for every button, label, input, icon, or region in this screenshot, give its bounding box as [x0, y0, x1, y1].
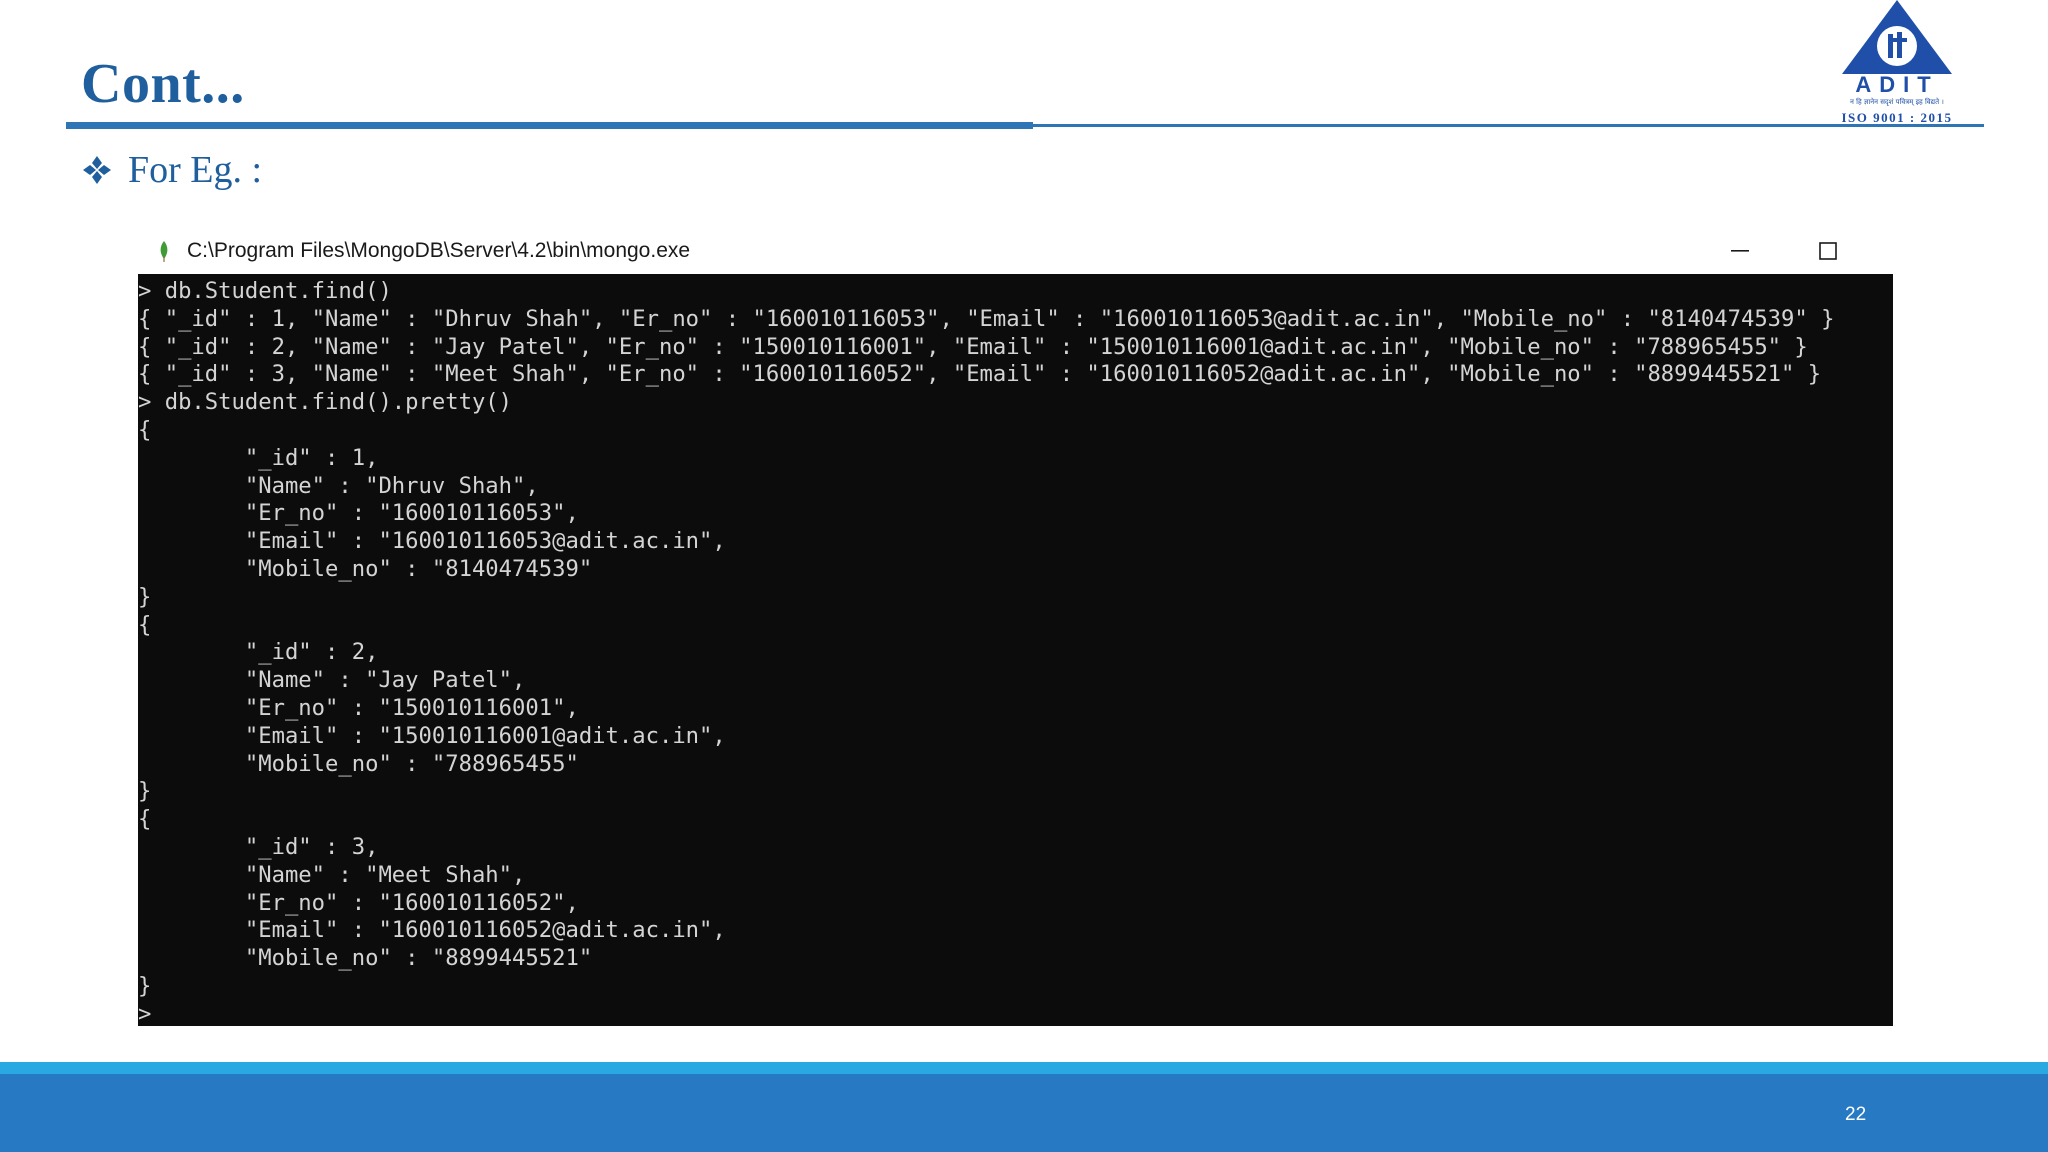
- console-line: }: [138, 778, 152, 805]
- adit-logo: ADIT न हि ज्ञानेन सदृशं पवित्रम् इह विद्…: [1842, 0, 1953, 125]
- console-line: > db.Student.find().pretty(): [138, 389, 513, 416]
- maximize-button[interactable]: [1798, 228, 1858, 274]
- console-line: "Er_no" : "160010116052",: [138, 889, 579, 916]
- console-line: }: [138, 583, 152, 610]
- console-line: "Email" : "160010116052@adit.ac.in",: [138, 917, 726, 944]
- console-line: "Er_no" : "150010116001",: [138, 694, 579, 721]
- window-title: C:\Program Files\MongoDB\Server\4.2\bin\…: [187, 239, 691, 262]
- logo-iso: ISO 9001 : 2015: [1842, 110, 1953, 125]
- mongodb-leaf-icon: [160, 241, 168, 262]
- console-line: "Email" : "160010116053@adit.ac.in",: [138, 528, 726, 555]
- console-text: > db.Student.find(){ "_id" : 1, "Name" :…: [138, 274, 1893, 1026]
- console-line: "_id" : 2,: [138, 639, 379, 666]
- title-underline-thick: [66, 122, 1033, 129]
- console-output[interactable]: > db.Student.find(){ "_id" : 1, "Name" :…: [138, 274, 1893, 1026]
- bullet-text: For Eg. :: [128, 149, 263, 191]
- console-line: "_id" : 3,: [138, 833, 379, 860]
- console-line: }: [138, 972, 152, 999]
- logo-brand: ADIT: [1855, 72, 1938, 97]
- console-line: > db.Student.find(): [138, 278, 392, 304]
- console-line: {: [138, 611, 152, 638]
- console-line: "Name" : "Meet Shah",: [138, 861, 526, 888]
- footer-accent-stripe: [0, 1062, 2048, 1074]
- slide-title: Cont...: [81, 53, 245, 115]
- console-line: "Mobile_no" : "788965455": [138, 750, 579, 777]
- console-line: { "_id" : 3, "Name" : "Meet Shah", "Er_n…: [138, 361, 1822, 388]
- console-line: "_id" : 1,: [138, 444, 379, 471]
- console-line: "Mobile_no" : "8140474539": [138, 555, 593, 582]
- console-titlebar[interactable]: C:\Program Files\MongoDB\Server\4.2\bin\…: [138, 228, 1893, 274]
- console-line: "Email" : "150010116001@adit.ac.in",: [138, 722, 726, 749]
- minimize-button[interactable]: [1710, 228, 1770, 274]
- console-line: >: [138, 1000, 152, 1026]
- console-line: {: [138, 806, 152, 833]
- footer-bar: [0, 1074, 2048, 1152]
- maximize-icon: [1819, 242, 1837, 260]
- bullet-item: For Eg. :: [82, 146, 262, 194]
- console-line: { "_id" : 2, "Name" : "Jay Patel", "Er_n…: [138, 333, 1808, 360]
- console-line: {: [138, 416, 152, 443]
- page-number: 22: [1845, 1104, 1867, 1125]
- console-line: "Mobile_no" : "8899445521": [138, 945, 593, 972]
- console-line: "Er_no" : "160010116053",: [138, 500, 579, 527]
- console-line: { "_id" : 1, "Name" : "Dhruv Shah", "Er_…: [138, 305, 1835, 332]
- console-line: "Name" : "Jay Patel",: [138, 667, 526, 694]
- logo-tagline: न हि ज्ञानेन सदृशं पवित्रम् इह विद्यते ।: [1850, 97, 1944, 106]
- console-line: "Name" : "Dhruv Shah",: [138, 472, 539, 499]
- minimize-icon: [1731, 250, 1749, 252]
- four-diamond-bullet-icon: [83, 156, 111, 184]
